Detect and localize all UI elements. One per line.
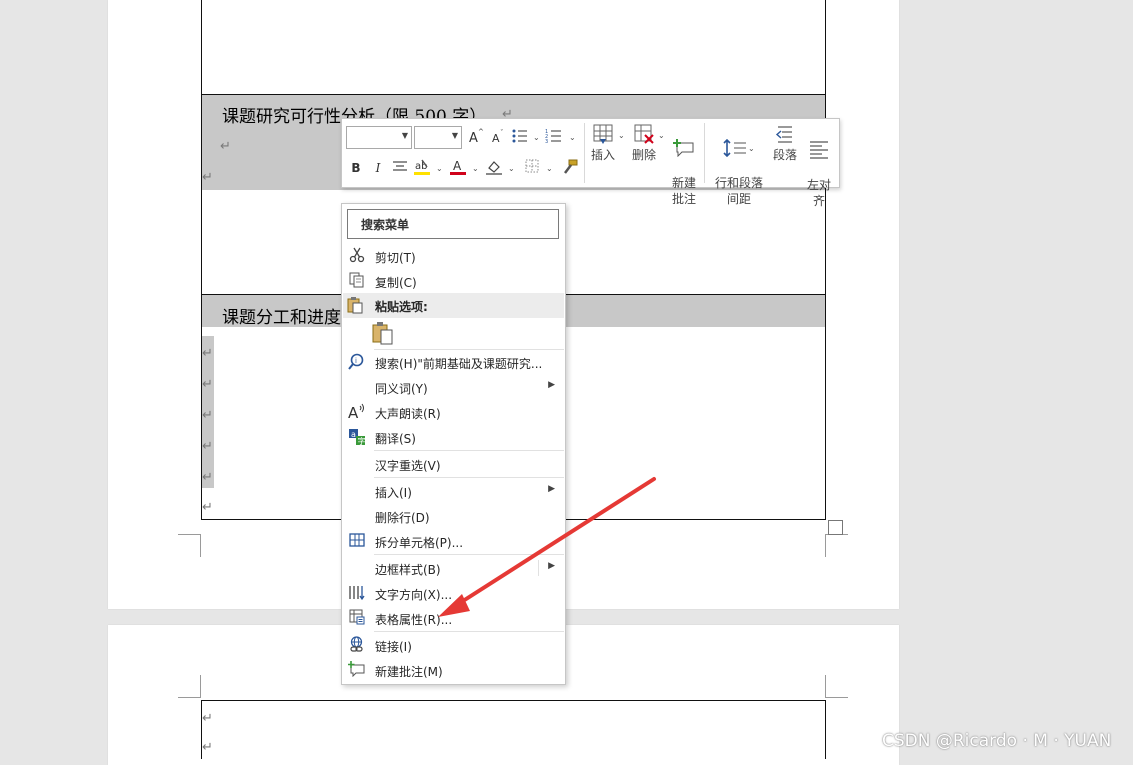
annotation-arrow bbox=[438, 477, 656, 617]
watermark: CSDN @Ricardo · M · YUAN bbox=[882, 731, 1112, 751]
